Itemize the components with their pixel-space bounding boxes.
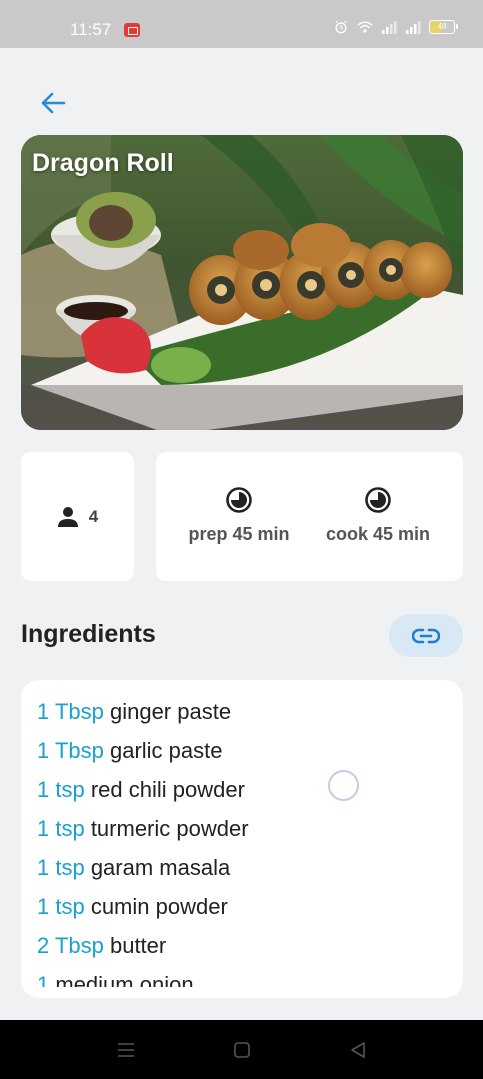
ingredients-heading: Ingredients bbox=[21, 620, 156, 648]
ingredient-name: garlic paste bbox=[103, 738, 223, 763]
recipe-image: Dragon Roll bbox=[21, 135, 463, 430]
sushi-photo bbox=[21, 135, 463, 430]
battery-icon: 48 bbox=[429, 20, 458, 34]
ingredient-quantity: 1 tsp bbox=[37, 777, 85, 802]
back-button[interactable] bbox=[32, 82, 74, 124]
battery-level: 48 bbox=[437, 22, 447, 31]
link-icon bbox=[412, 628, 440, 643]
servings-value: 4 bbox=[88, 506, 99, 526]
ingredient-item: 1 Tbsp ginger paste bbox=[37, 697, 337, 736]
wifi-icon bbox=[357, 21, 373, 33]
ingredient-item: 1 tsp turmeric powder bbox=[37, 814, 337, 853]
ingredient-item: 2 Tbsp butter bbox=[37, 931, 337, 970]
home-icon[interactable] bbox=[232, 1040, 252, 1060]
timer-icon bbox=[365, 487, 391, 513]
ingredient-item: 1 Tbsp garlic paste bbox=[37, 736, 337, 775]
ingredient-quantity: 2 Tbsp bbox=[37, 933, 104, 958]
ingredient-quantity: 1 Tbsp bbox=[37, 738, 104, 763]
ingredient-name: garam masala bbox=[84, 855, 231, 880]
ingredient-quantity: 1 tsp bbox=[37, 894, 85, 919]
prep-time-label: prep 45 min bbox=[188, 524, 290, 544]
ingredient-item: 1 tsp cumin powder bbox=[37, 892, 337, 931]
ingredient-item: 1 tsp red chili powder bbox=[37, 775, 337, 814]
loading-indicator bbox=[328, 770, 359, 801]
times-card: prep 45 min cook 45 min bbox=[156, 452, 463, 581]
back-nav-icon[interactable] bbox=[348, 1040, 368, 1060]
link-button[interactable] bbox=[389, 614, 463, 657]
cook-time: cook 45 min bbox=[308, 486, 448, 545]
ingredient-name: cumin powder bbox=[84, 894, 228, 919]
ingredients-list: 1 Tbsp ginger paste 1 Tbsp garlic paste 1 … bbox=[37, 697, 337, 987]
ingredient-name: medium onion bbox=[49, 972, 194, 987]
status-bar: 11:57 48 bbox=[0, 0, 483, 48]
servings-card: 4 bbox=[21, 452, 134, 581]
prep-time: prep 45 min bbox=[169, 486, 309, 545]
ingredient-quantity: 1 Tbsp bbox=[37, 699, 104, 724]
ingredient-name: ginger paste bbox=[103, 699, 232, 724]
ingredients-card: 1 Tbsp ginger paste 1 Tbsp garlic paste 1 … bbox=[21, 680, 463, 998]
signal-icon bbox=[406, 21, 421, 34]
ingredient-name: butter bbox=[103, 933, 167, 958]
menu-icon[interactable] bbox=[116, 1040, 136, 1060]
status-icons: 48 bbox=[333, 20, 458, 34]
ingredient-quantity: 1 tsp bbox=[37, 855, 85, 880]
cook-time-label: cook 45 min bbox=[325, 524, 431, 544]
ingredient-name: turmeric powder bbox=[84, 816, 249, 841]
status-time: 11:57 bbox=[70, 20, 112, 39]
ingredient-item: 1 tsp garam masala bbox=[37, 853, 337, 892]
ingredient-quantity: 1 tsp bbox=[37, 816, 85, 841]
timer-icon bbox=[226, 487, 252, 513]
video-record-icon bbox=[124, 23, 140, 37]
person-icon bbox=[57, 506, 78, 527]
system-nav-bar bbox=[0, 1020, 483, 1079]
alarm-icon bbox=[335, 20, 347, 34]
ingredient-item: 1 medium onion bbox=[37, 970, 337, 987]
recipe-title: Dragon Roll bbox=[32, 149, 174, 177]
arrow-left-icon bbox=[41, 92, 66, 114]
ingredient-quantity: 1 bbox=[37, 972, 50, 987]
signal-icon bbox=[382, 21, 397, 34]
ingredient-name: red chili powder bbox=[84, 777, 245, 802]
